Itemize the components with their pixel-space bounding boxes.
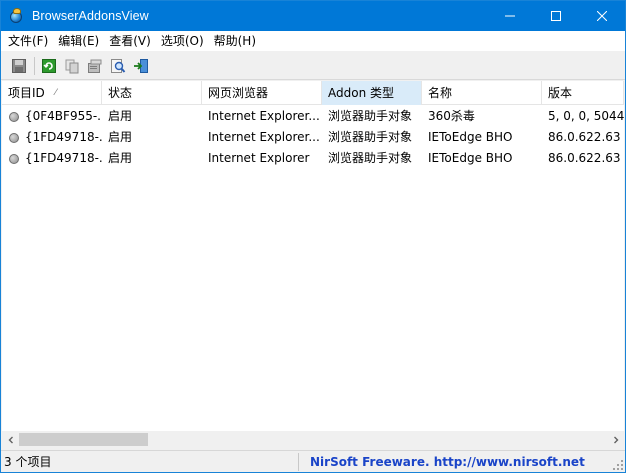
cell-item-id: {0F4BF955-... (2, 106, 102, 127)
nirsoft-link[interactable]: NirSoft Freeware. http://www.nirsoft.net (310, 453, 585, 471)
find-button[interactable] (109, 57, 127, 75)
cell-version: 86.0.622.63 (548, 130, 621, 144)
sort-ascending-icon: ⁄ (55, 88, 57, 98)
exit-button[interactable] (132, 57, 150, 75)
column-header-addon-type[interactable]: Addon 类型 (322, 81, 422, 105)
cell-addon-type: 浏览器助手对象 (328, 151, 413, 165)
item-id-text: {0F4BF955-... (25, 109, 102, 123)
status-dot-icon (9, 132, 19, 143)
title-bar[interactable]: BrowserAddonsView (1, 1, 625, 31)
item-id-text: {1FD49718-... (25, 151, 102, 165)
table-row[interactable]: {0F4BF955-... 启用 Internet Explorer... 浏览… (2, 106, 624, 127)
column-header-label: 项目ID (8, 86, 45, 100)
column-header-version[interactable]: 版本 (542, 81, 624, 105)
table-row[interactable]: {1FD49718-... 启用 Internet Explorer 浏览器助手… (2, 148, 624, 169)
column-header-status[interactable]: 状态 (102, 81, 202, 105)
exit-icon (134, 59, 148, 73)
column-header-name[interactable]: 名称 (422, 81, 542, 105)
close-icon (597, 11, 607, 21)
save-icon (12, 59, 26, 73)
refresh-button[interactable] (40, 57, 58, 75)
app-window: BrowserAddonsView 文件(F) 编辑(E) 查看(V) 选项(O… (0, 0, 626, 473)
properties-button[interactable] (86, 57, 104, 75)
cell-status: 启用 (108, 151, 133, 165)
addons-list[interactable]: 项目ID ⁄ 状态 网页浏览器 Addon 类型 名称 版本 {0F4BF955… (2, 81, 624, 431)
maximize-button[interactable] (533, 1, 579, 31)
toolbar (1, 53, 625, 80)
scroll-left-button[interactable] (2, 431, 19, 448)
status-dot-icon (9, 111, 19, 122)
menu-help[interactable]: 帮助(H) (210, 32, 260, 51)
menu-bar: 文件(F) 编辑(E) 查看(V) 选项(O) 帮助(H) (1, 31, 625, 52)
cell-browser: Internet Explorer... (208, 109, 320, 123)
menu-edit[interactable]: 编辑(E) (54, 32, 103, 51)
cell-name: IEToEdge BHO (428, 130, 513, 144)
cell-addon-type: 浏览器助手对象 (328, 109, 413, 123)
cell-name: IEToEdge BHO (428, 151, 513, 165)
copy-icon (65, 59, 79, 74)
chevron-left-icon (8, 436, 13, 443)
cell-status: 启用 (108, 130, 133, 144)
menu-file[interactable]: 文件(F) (4, 32, 52, 51)
list-header: 项目ID ⁄ 状态 网页浏览器 Addon 类型 名称 版本 (2, 81, 624, 105)
close-button[interactable] (579, 1, 625, 31)
app-icon (9, 8, 25, 24)
cell-version: 86.0.622.63 (548, 151, 621, 165)
scroll-thumb[interactable] (19, 433, 148, 446)
resize-grip-icon[interactable] (612, 459, 624, 471)
copy-button[interactable] (63, 57, 81, 75)
cell-item-id: {1FD49718-... (2, 148, 102, 169)
cell-version: 5, 0, 0, 5044 (548, 109, 624, 123)
minimize-button[interactable] (487, 1, 533, 31)
cell-status: 启用 (108, 109, 133, 123)
item-id-text: {1FD49718-... (25, 130, 102, 144)
list-body: {0F4BF955-... 启用 Internet Explorer... 浏览… (2, 106, 624, 169)
column-header-browser[interactable]: 网页浏览器 (202, 81, 322, 105)
properties-icon (88, 59, 102, 73)
window-title: BrowserAddonsView (32, 9, 149, 23)
status-dot-icon (9, 153, 19, 164)
scroll-track[interactable] (19, 431, 607, 448)
column-header-item-id[interactable]: 项目ID ⁄ (2, 81, 102, 105)
toolbar-separator (34, 57, 35, 75)
table-row[interactable]: {1FD49718-... 启用 Internet Explorer... 浏览… (2, 127, 624, 148)
scroll-right-button[interactable] (607, 431, 624, 448)
save-button[interactable] (10, 57, 28, 75)
menu-view[interactable]: 查看(V) (105, 32, 155, 51)
item-count: 3 个项目 (4, 453, 299, 471)
cell-browser: Internet Explorer (208, 151, 310, 165)
find-icon (111, 59, 126, 73)
horizontal-scrollbar[interactable] (2, 431, 624, 448)
menu-options[interactable]: 选项(O) (157, 32, 208, 51)
status-bar: 3 个项目 NirSoft Freeware. http://www.nirso… (1, 450, 625, 472)
window-controls (487, 1, 625, 31)
cell-browser: Internet Explorer... (208, 130, 320, 144)
minimize-icon (505, 15, 515, 17)
cell-item-id: {1FD49718-... (2, 127, 102, 148)
cell-addon-type: 浏览器助手对象 (328, 130, 413, 144)
maximize-icon (551, 11, 561, 21)
refresh-icon (42, 59, 56, 73)
cell-name: 360杀毒 (428, 109, 475, 123)
chevron-right-icon (613, 436, 618, 443)
